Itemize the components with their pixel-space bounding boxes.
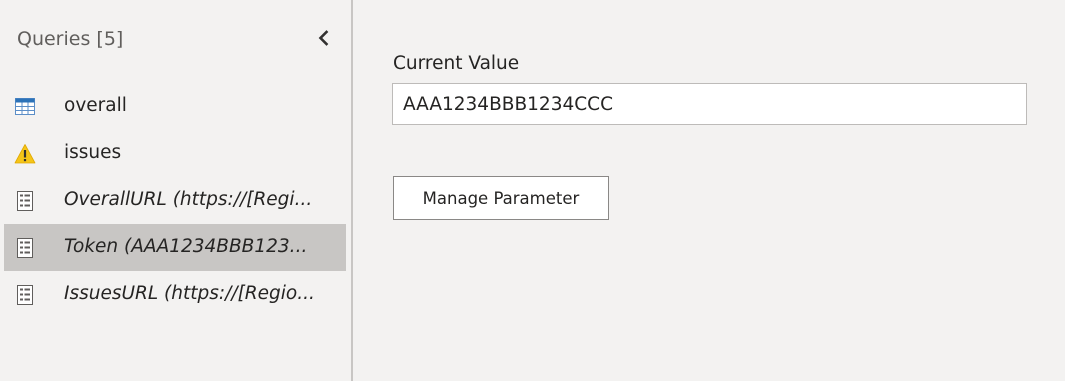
parameter-icon: [17, 238, 33, 258]
parameter-icon: [17, 191, 33, 211]
query-label: overall: [64, 95, 127, 116]
query-label: IssuesURL (https://[Regio...: [64, 283, 315, 304]
query-list: overall issues OverallURL (https://[Regi…: [4, 83, 346, 318]
queries-pane: Queries [5] overall issues OverallURL (h…: [0, 0, 351, 381]
chevron-left-icon: [318, 30, 329, 46]
parameter-icon: [17, 285, 33, 305]
parameter-editor: Current Value Manage Parameter: [353, 0, 1065, 381]
query-item-overallurl[interactable]: OverallURL (https://[Regi...: [4, 177, 346, 224]
power-query-window: Queries [5] overall issues OverallURL (h…: [0, 0, 1065, 381]
current-value-label: Current Value: [393, 53, 520, 74]
query-item-issuesurl[interactable]: IssuesURL (https://[Regio...: [4, 271, 346, 318]
warning-icon: [14, 144, 36, 164]
table-icon: [15, 98, 35, 115]
queries-pane-title: Queries [5]: [17, 28, 124, 50]
query-item-overall[interactable]: overall: [4, 83, 346, 130]
query-label: OverallURL (https://[Regi...: [64, 189, 313, 210]
query-label: Token (AAA1234BBB123...: [64, 236, 308, 257]
current-value-input[interactable]: [392, 83, 1027, 125]
query-label: issues: [64, 142, 122, 163]
query-item-token[interactable]: Token (AAA1234BBB123...: [4, 224, 346, 271]
query-item-issues[interactable]: issues: [4, 130, 346, 177]
collapse-pane-button[interactable]: [310, 24, 338, 52]
manage-parameter-button[interactable]: Manage Parameter: [393, 176, 609, 220]
